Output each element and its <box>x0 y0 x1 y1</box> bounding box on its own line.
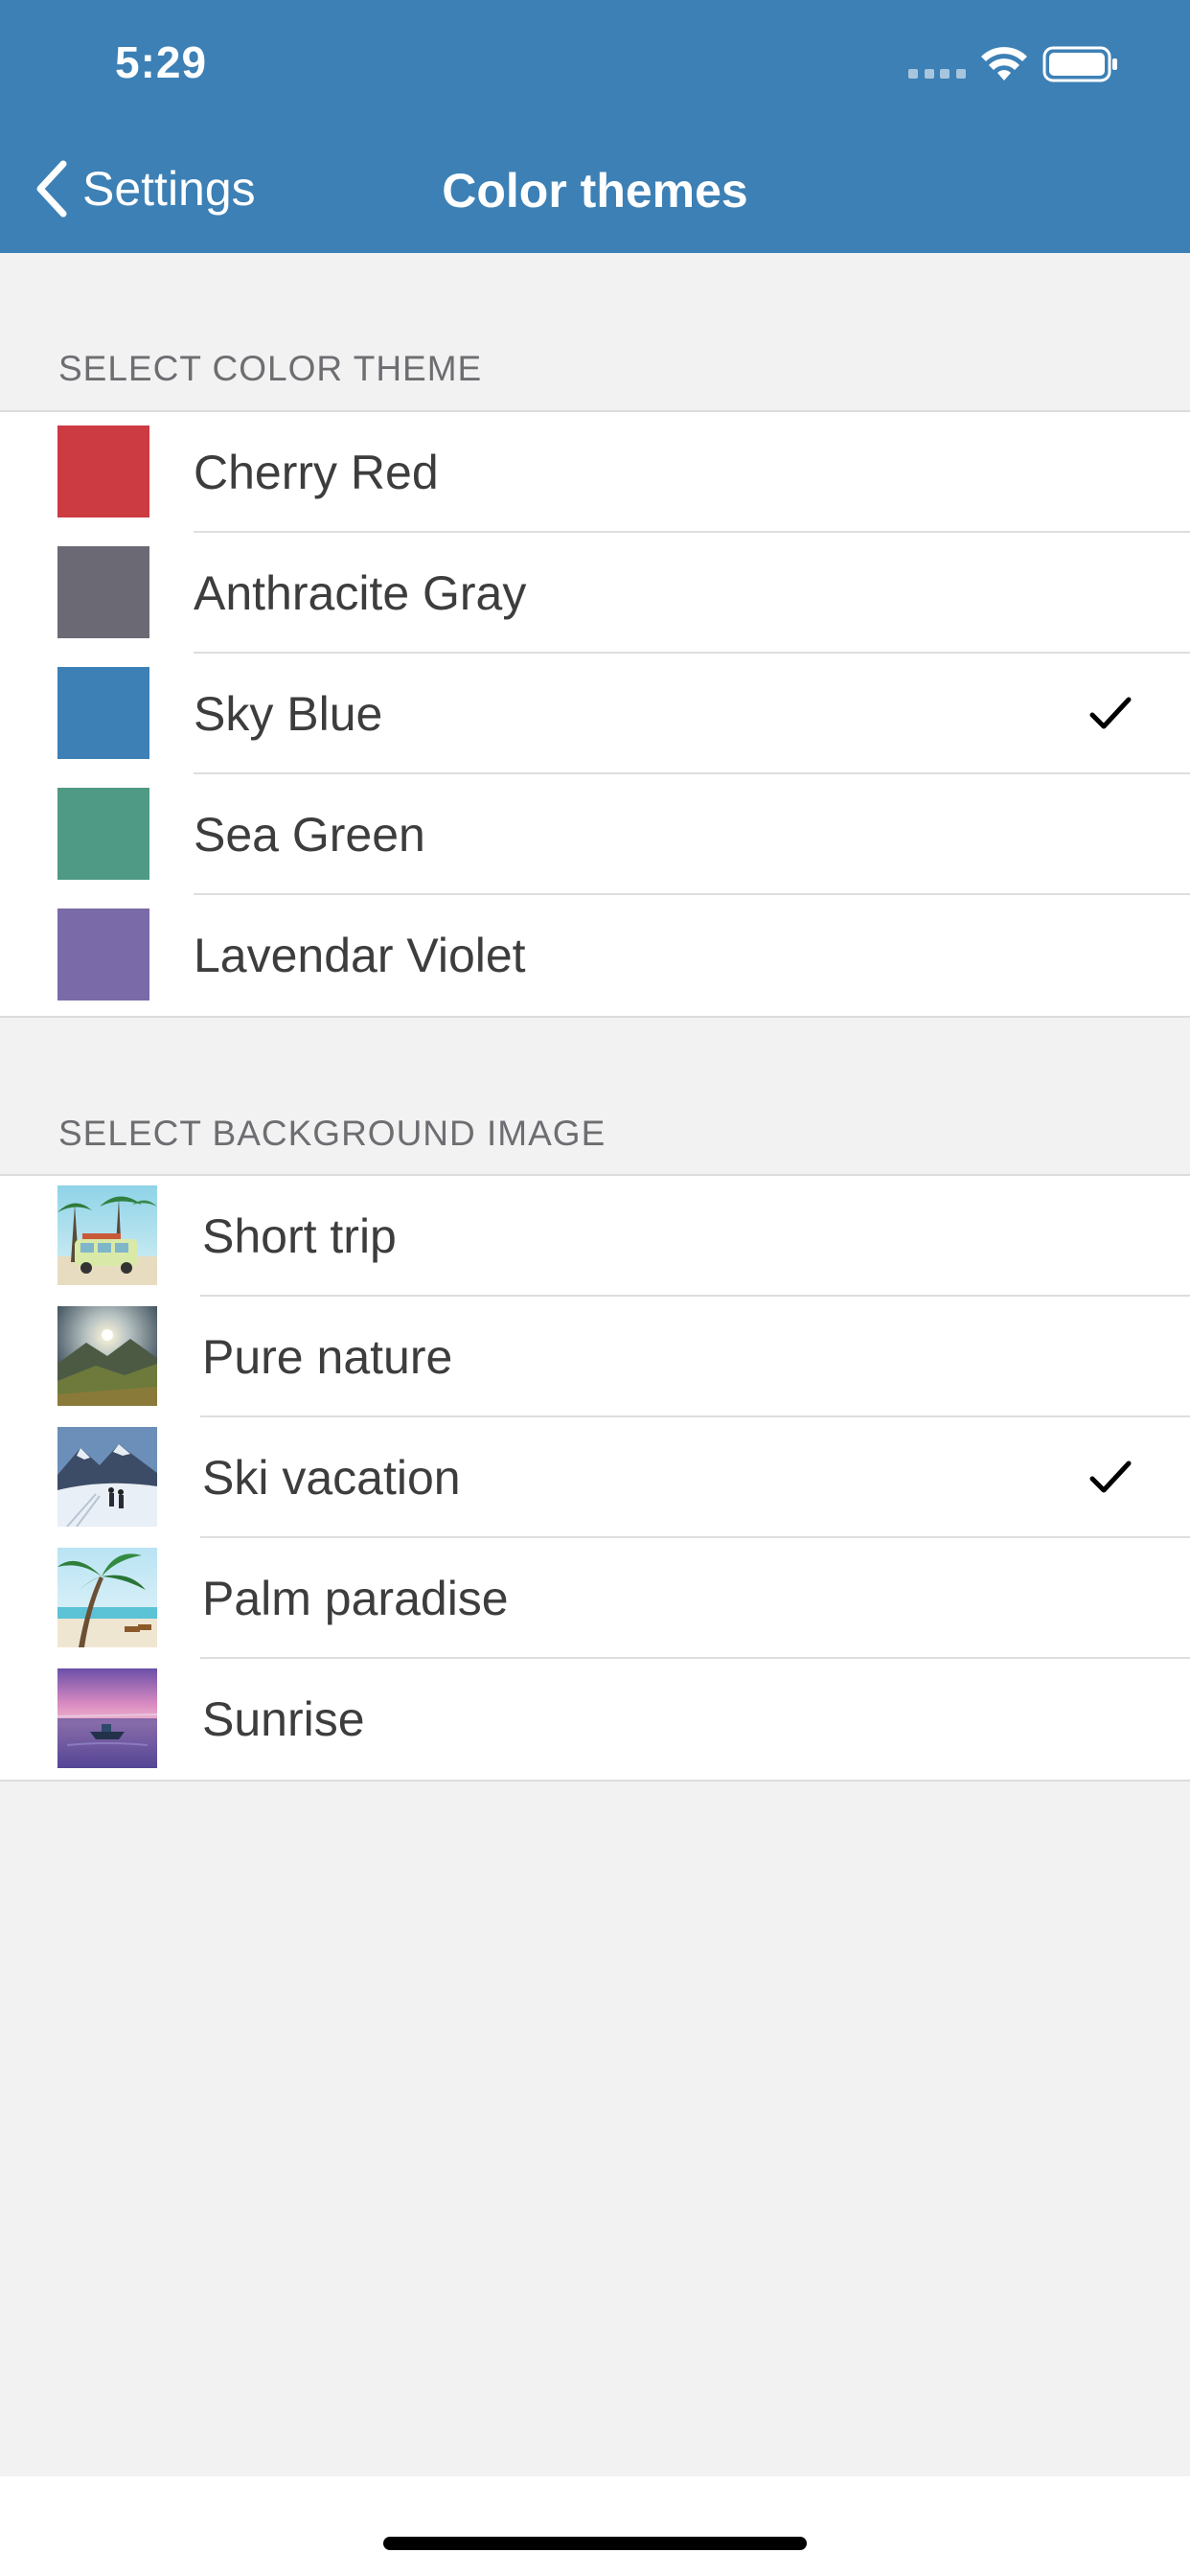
status-time: 5:29 <box>115 37 208 87</box>
color-swatch <box>57 908 149 1000</box>
background-image-label: Sunrise <box>202 1692 365 1746</box>
background-image-label: Pure nature <box>202 1330 453 1384</box>
background-image-list: Short trip Pure nature Ski vacation Palm… <box>0 1174 1190 1782</box>
home-indicator-area <box>0 2476 1190 2576</box>
checkmark-icon <box>1089 1460 1132 1493</box>
wifi-icon <box>981 47 1027 80</box>
color-theme-list: Cherry Red Anthracite Gray Sky Blue Sea … <box>0 410 1190 1018</box>
palm-beach-thumbnail-icon <box>57 1548 157 1647</box>
boat-sunrise-thumbnail-icon <box>57 1668 157 1768</box>
background-image-label: Short trip <box>202 1209 397 1263</box>
color-swatch <box>57 788 149 880</box>
mountain-sunset-thumbnail-icon <box>57 1306 157 1406</box>
color-theme-row-sea-green[interactable]: Sea Green <box>0 774 1190 895</box>
page-title: Color themes <box>442 164 748 218</box>
background-row-short-trip[interactable]: Short trip <box>0 1176 1190 1297</box>
background-image-section-header: SELECT BACKGROUND IMAGE <box>58 1114 606 1153</box>
navigation-header: 5:29 Settings Color themes <box>0 0 1190 253</box>
color-theme-label: Sea Green <box>194 808 425 862</box>
color-swatch <box>57 426 149 518</box>
color-swatch <box>57 667 149 759</box>
background-image-label: Ski vacation <box>202 1451 461 1505</box>
color-theme-label: Anthracite Gray <box>194 566 527 620</box>
color-theme-label: Lavendar Violet <box>194 929 526 982</box>
navigation-bar: Settings Color themes <box>0 144 1190 240</box>
background-row-ski-vacation[interactable]: Ski vacation <box>0 1417 1190 1538</box>
color-theme-section-header: SELECT COLOR THEME <box>58 349 483 388</box>
background-row-pure-nature[interactable]: Pure nature <box>0 1297 1190 1417</box>
cellular-signal-icon <box>908 69 966 79</box>
color-theme-label: Sky Blue <box>194 687 383 741</box>
background-image-label: Palm paradise <box>202 1572 509 1625</box>
color-swatch <box>57 546 149 638</box>
van-beach-thumbnail-icon <box>57 1185 157 1285</box>
color-theme-row-cherry-red[interactable]: Cherry Red <box>0 412 1190 533</box>
home-indicator[interactable] <box>383 2537 807 2550</box>
color-theme-row-sky-blue[interactable]: Sky Blue <box>0 654 1190 774</box>
battery-icon <box>1042 46 1117 82</box>
ski-mountain-thumbnail-icon <box>57 1427 157 1527</box>
color-theme-row-anthracite-gray[interactable]: Anthracite Gray <box>0 533 1190 654</box>
checkmark-icon <box>1089 697 1132 729</box>
background-row-palm-paradise[interactable]: Palm paradise <box>0 1538 1190 1659</box>
color-theme-row-lavendar-violet[interactable]: Lavendar Violet <box>0 895 1190 1016</box>
color-theme-label: Cherry Red <box>194 446 439 499</box>
background-row-sunrise[interactable]: Sunrise <box>0 1659 1190 1780</box>
status-indicators <box>908 44 1129 86</box>
